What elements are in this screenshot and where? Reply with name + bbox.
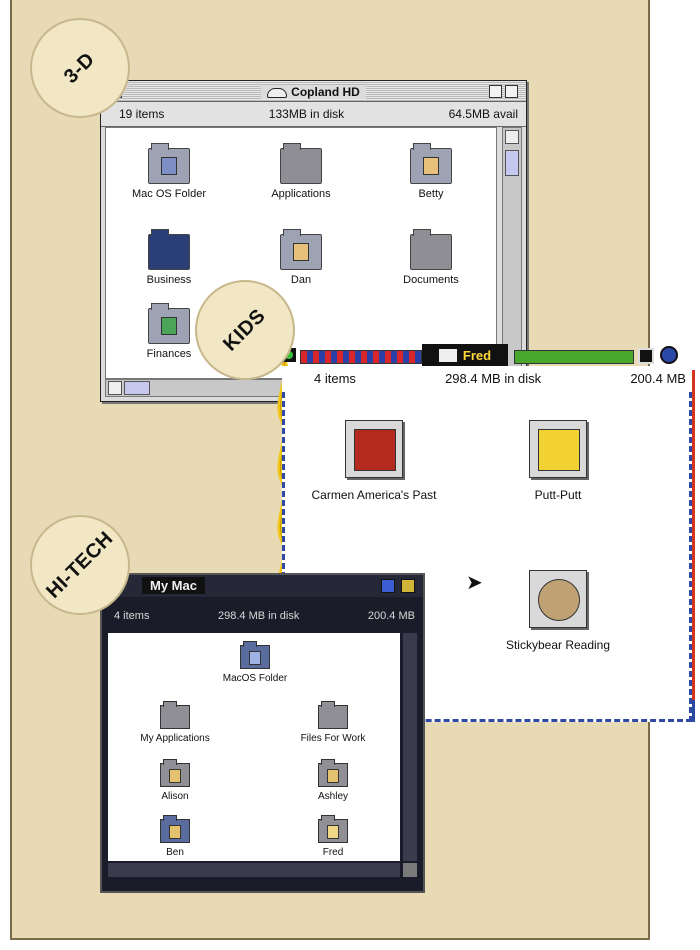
folder-item[interactable]: Alison (120, 759, 230, 802)
system-folder-icon (240, 641, 270, 669)
striped-bar (300, 350, 422, 364)
folder-item[interactable]: Betty (376, 143, 486, 200)
folder-item[interactable]: Fred (278, 815, 388, 858)
business-folder-icon (148, 229, 190, 270)
item-count: 19 items (119, 107, 165, 121)
user-folder-icon (318, 815, 348, 843)
finances-folder-icon (148, 303, 190, 344)
collapse-box-icon[interactable] (401, 579, 415, 593)
title-bar[interactable]: Fred (282, 344, 692, 366)
title-bar[interactable]: Copland HD (101, 81, 526, 102)
item-count: 4 items (314, 370, 356, 386)
title-bar[interactable]: My Mac (102, 575, 423, 597)
folder-item[interactable]: Documents (376, 229, 486, 286)
user-folder-icon (160, 759, 190, 787)
folder-item[interactable]: Ashley (278, 759, 388, 802)
system-folder-icon (148, 143, 190, 184)
info-bar: 4 items 298.4 MB in disk 200.4 MB (102, 605, 423, 627)
folder-item[interactable]: Mac OS Folder (114, 143, 224, 200)
user-folder-icon (280, 229, 322, 270)
hitech-window[interactable]: My Mac 4 items 298.4 MB in disk 200.4 MB… (100, 573, 425, 893)
info-bar: 4 items 298.4 MB in disk 200.4 MB (282, 366, 692, 390)
window-title: Copland HD (101, 83, 526, 101)
zoom-button-icon[interactable] (638, 348, 654, 364)
folder-icon (280, 143, 322, 184)
theme-badge-hi-tech: HI-TECH (30, 515, 130, 615)
available-space: 200.4 MB (367, 610, 415, 622)
app-item[interactable]: Stickybear Reading (478, 570, 638, 652)
window-content: MacOS Folder My Applications Files For W… (108, 633, 400, 861)
window-title: My Mac (142, 577, 205, 594)
horizontal-scrollbar[interactable] (108, 863, 400, 877)
user-folder-icon (160, 815, 190, 843)
disk-usage: 133MB in disk (268, 107, 345, 121)
available-space: 64.5MB avail (448, 107, 518, 121)
collapse-box-icon[interactable] (505, 85, 518, 98)
folder-item[interactable]: Ben (120, 815, 230, 858)
disk-usage: 298.4 MB in disk (445, 370, 542, 386)
putt-putt-app-icon (529, 420, 587, 478)
theme-badge-kids: KIDS (195, 280, 295, 380)
folder-item[interactable]: MacOS Folder (200, 641, 310, 684)
available-space: 200.4 MB (630, 370, 686, 386)
vertical-scrollbar[interactable] (403, 633, 417, 861)
folder-item[interactable]: Dan (246, 229, 356, 286)
folder-icon (160, 701, 190, 729)
resize-grip-icon[interactable] (403, 863, 417, 877)
scroll-left-arrow-icon[interactable] (108, 381, 122, 395)
disk-usage: 298.4 MB in disk (218, 610, 300, 622)
window-content: Mac OS Folder Applications Betty Busines… (105, 127, 497, 379)
carmen-app-icon (345, 420, 403, 478)
zoom-box-icon[interactable] (381, 579, 395, 593)
green-bar (514, 350, 634, 364)
folder-item[interactable]: Business (114, 229, 224, 286)
scroll-thumb[interactable] (505, 150, 519, 176)
folder-icon (410, 229, 452, 270)
hard-disk-icon (267, 87, 288, 98)
info-bar: 19 items 133MB in disk 64.5MB avail (101, 102, 526, 127)
window-title: Fred (422, 344, 508, 366)
vertical-scrollbar[interactable] (502, 127, 522, 379)
user-folder-icon (410, 143, 452, 184)
scroll-up-arrow-icon[interactable] (505, 130, 519, 144)
zoom-box-icon[interactable] (489, 85, 502, 98)
app-item[interactable]: Carmen America's Past (294, 420, 454, 502)
folder-item[interactable]: Applications (246, 143, 356, 200)
folder-icon (438, 348, 457, 362)
folder-item[interactable]: Files For Work (278, 701, 388, 744)
item-count: 4 items (114, 610, 150, 622)
theme-badge-3d: 3-D (30, 18, 130, 118)
scroll-thumb[interactable] (124, 381, 150, 395)
folder-item[interactable]: My Applications (120, 701, 230, 744)
user-folder-icon (318, 759, 348, 787)
collapse-button-icon[interactable] (660, 346, 678, 364)
folder-icon (318, 701, 348, 729)
mouse-pointer-icon: ➤ (466, 572, 483, 594)
stickybear-app-icon (529, 570, 587, 628)
app-item[interactable]: Putt-Putt (478, 420, 638, 502)
